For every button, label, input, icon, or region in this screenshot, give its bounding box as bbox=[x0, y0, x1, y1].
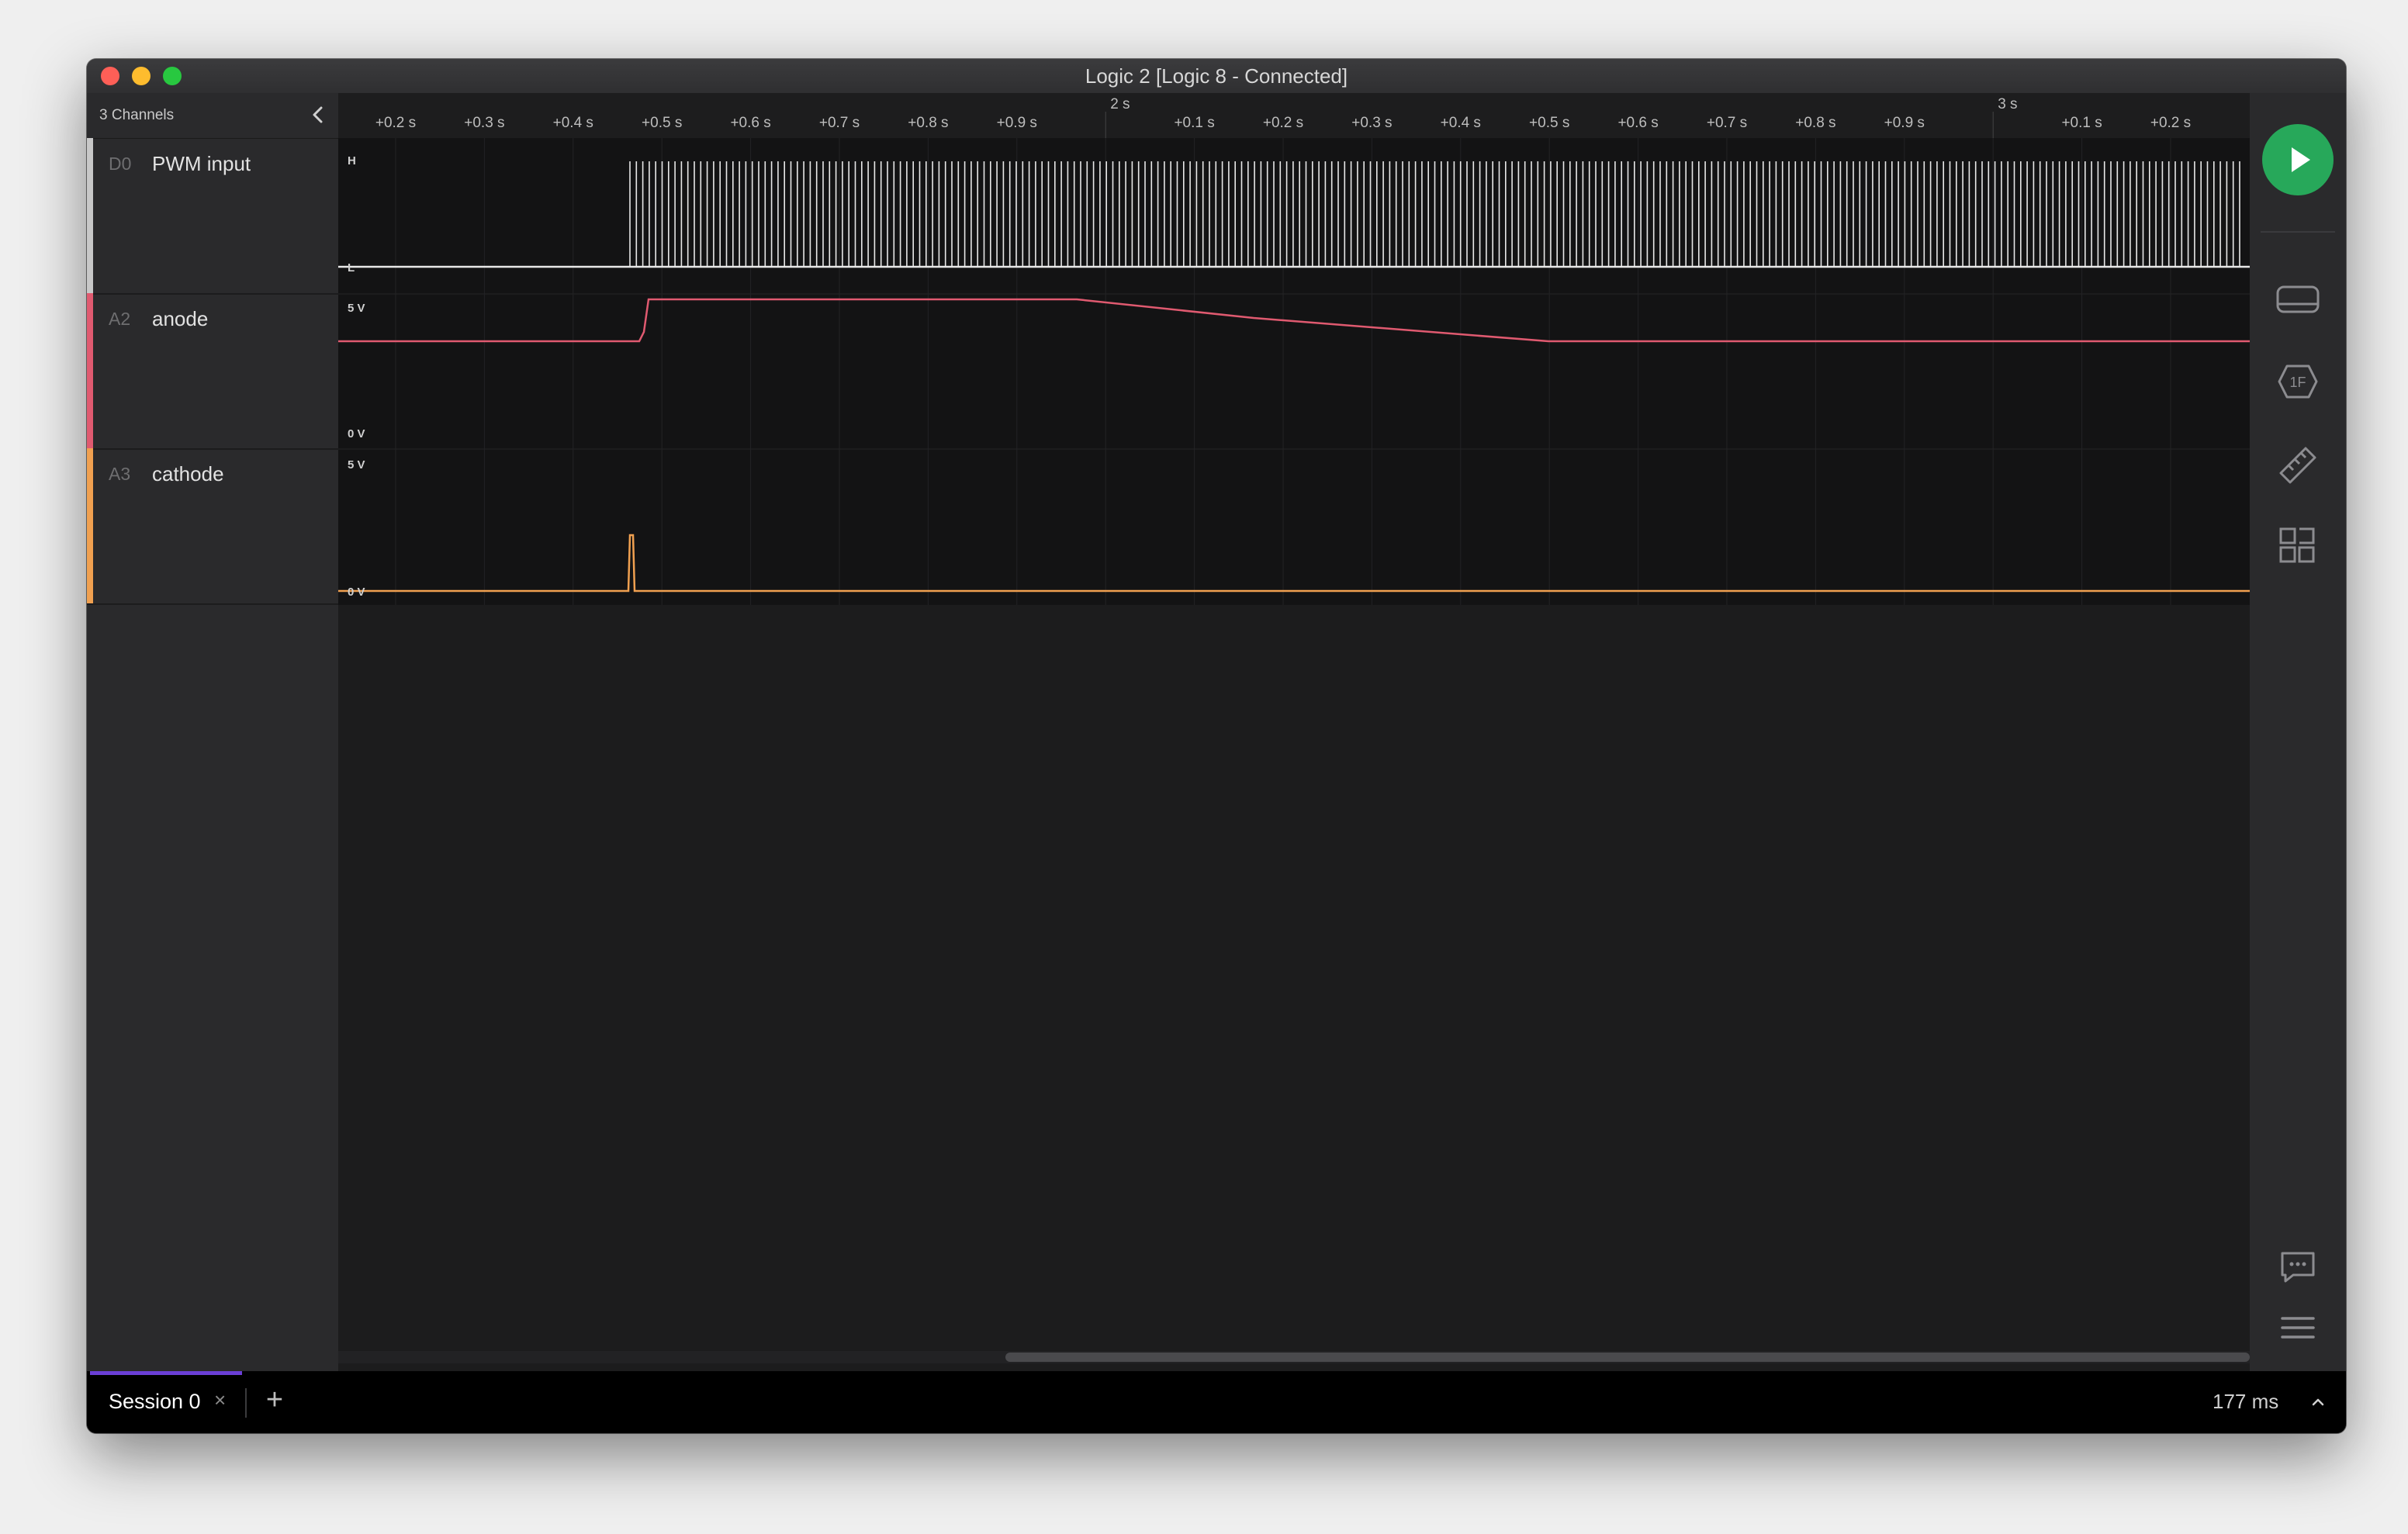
time-tick-label: +0.6 s bbox=[1617, 115, 1658, 131]
time-tick-label: +0.9 s bbox=[997, 115, 1037, 131]
title-bar: Logic 2 [Logic 8 - Connected] bbox=[87, 59, 2346, 94]
channel-id: A3 bbox=[109, 464, 131, 484]
waveform-area[interactable]: H L 5 V 0 V 5 V 0 V bbox=[338, 138, 2250, 1371]
digital-low-label: L bbox=[348, 261, 355, 275]
channel-name[interactable]: cathode bbox=[152, 462, 224, 486]
channel-row-a3[interactable]: A3 cathode bbox=[87, 448, 338, 605]
channel-id: A2 bbox=[109, 309, 131, 329]
time-tick-label: +0.9 s bbox=[1884, 115, 1925, 131]
channel-color-bar bbox=[87, 138, 93, 293]
time-tick-label: +0.3 s bbox=[1351, 115, 1392, 131]
time-tick-label: +0.4 s bbox=[1441, 115, 1481, 131]
tab-separator bbox=[245, 1388, 247, 1418]
time-tick-label: +0.5 s bbox=[1529, 115, 1569, 131]
cathode-max-label: 5 V bbox=[348, 458, 365, 472]
chevron-left-icon[interactable] bbox=[306, 102, 330, 127]
time-tick-label: +0.2 s bbox=[1263, 115, 1303, 131]
time-tick-label: +0.5 s bbox=[642, 115, 682, 131]
time-tick-label: +0.8 s bbox=[908, 115, 948, 131]
digital-high-label: H bbox=[348, 154, 356, 168]
right-toolbar: 1F bbox=[2250, 93, 2346, 1371]
time-tick-label: +0.8 s bbox=[1795, 115, 1835, 131]
chevron-up-icon[interactable] bbox=[2310, 1394, 2326, 1410]
channel-count-label: 3 Channels bbox=[99, 107, 175, 123]
time-tick-label: +0.1 s bbox=[1174, 115, 1214, 131]
menu-icon[interactable] bbox=[2275, 1304, 2321, 1351]
scrollbar-thumb[interactable] bbox=[1005, 1353, 2250, 1362]
channel-sidebar: 3 Channels D0 PWM input A2 anode A3 cath… bbox=[87, 93, 338, 1371]
time-tick-label: +0.7 s bbox=[1707, 115, 1747, 131]
time-tick-label: +0.2 s bbox=[375, 115, 416, 131]
sidebar-header: 3 Channels bbox=[87, 93, 338, 139]
anode-max-label: 5 V bbox=[348, 302, 365, 315]
time-ruler[interactable]: +0.2 s +0.3 s +0.4 s +0.5 s +0.6 s +0.7 s +0.8… bbox=[338, 93, 2250, 139]
capture-duration[interactable]: 177 ms bbox=[2213, 1390, 2278, 1414]
measurements-ruler-icon[interactable] bbox=[2275, 441, 2321, 487]
channel-row-d0[interactable]: D0 PWM input bbox=[87, 138, 338, 295]
time-major-tick-label: 3 s bbox=[1998, 96, 2017, 112]
channel-color-bar bbox=[87, 448, 93, 603]
window-title: Logic 2 [Logic 8 - Connected] bbox=[1085, 64, 1348, 88]
time-tick-label: +0.7 s bbox=[819, 115, 860, 131]
feedback-chat-icon[interactable] bbox=[2275, 1242, 2321, 1289]
channel-color-bar bbox=[87, 293, 93, 448]
close-session-icon[interactable]: × bbox=[214, 1388, 226, 1412]
extensions-icon[interactable] bbox=[2275, 523, 2321, 569]
channel-row-a2[interactable]: A2 anode bbox=[87, 293, 338, 450]
play-icon bbox=[2292, 147, 2310, 172]
session-tab[interactable]: Session 0 × bbox=[90, 1371, 242, 1433]
cathode-min-label: 0 V bbox=[348, 586, 365, 599]
device-settings-icon[interactable] bbox=[2275, 276, 2321, 323]
time-tick-label: +0.2 s bbox=[2150, 115, 2191, 131]
channel-name[interactable]: anode bbox=[152, 307, 208, 331]
anode-min-label: 0 V bbox=[348, 427, 365, 441]
channel-id: D0 bbox=[109, 154, 132, 174]
time-major-tick-label: 2 s bbox=[1110, 96, 1130, 112]
app-window: Logic 2 [Logic 8 - Connected] 3 Channels… bbox=[87, 59, 2346, 1433]
toolbar-divider bbox=[2261, 231, 2335, 233]
time-tick-label: +0.1 s bbox=[2061, 115, 2102, 131]
svg-text:1F: 1F bbox=[2289, 375, 2306, 390]
start-capture-button[interactable] bbox=[2262, 124, 2334, 195]
lane-a2 bbox=[338, 295, 2250, 448]
session-bar: Session 0 × + 177 ms bbox=[87, 1371, 2346, 1433]
session-tab-label[interactable]: Session 0 bbox=[109, 1390, 201, 1414]
analyzers-icon[interactable]: 1F bbox=[2275, 358, 2321, 405]
lane-a3 bbox=[338, 450, 2250, 605]
add-session-icon[interactable]: + bbox=[259, 1384, 290, 1417]
time-tick-label: +0.6 s bbox=[730, 115, 770, 131]
channel-name[interactable]: PWM input bbox=[152, 152, 251, 176]
time-tick-label: +0.4 s bbox=[553, 115, 593, 131]
time-tick-label: +0.3 s bbox=[464, 115, 504, 131]
active-tab-indicator bbox=[90, 1371, 242, 1375]
